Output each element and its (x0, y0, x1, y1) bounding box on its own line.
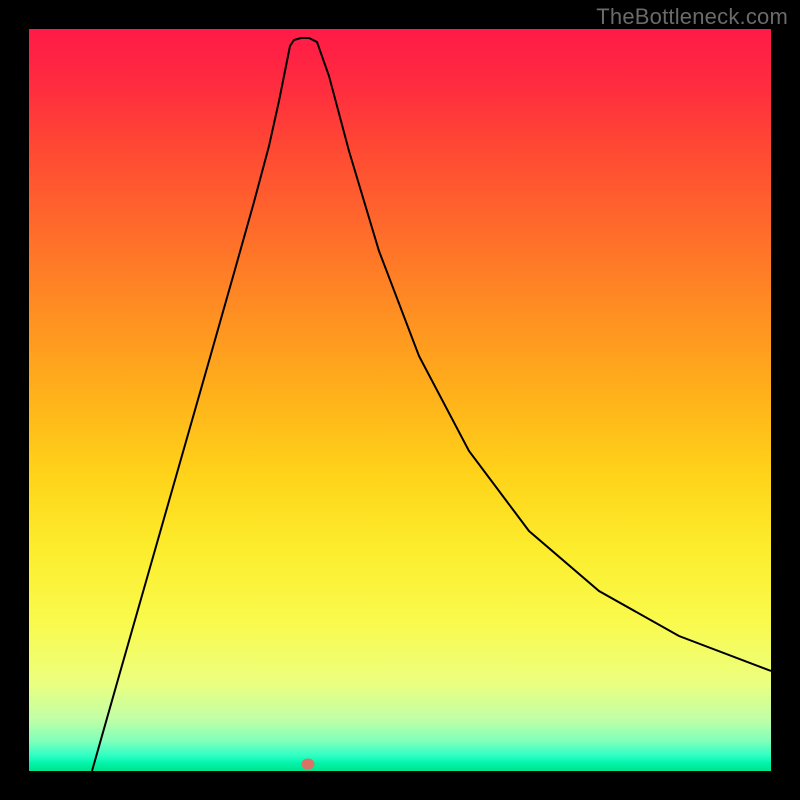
watermark-text: TheBottleneck.com (596, 4, 788, 30)
bottleneck-curve (29, 29, 771, 771)
curve-path (92, 38, 771, 771)
plot-area (29, 29, 771, 771)
marker-dot (301, 759, 314, 770)
